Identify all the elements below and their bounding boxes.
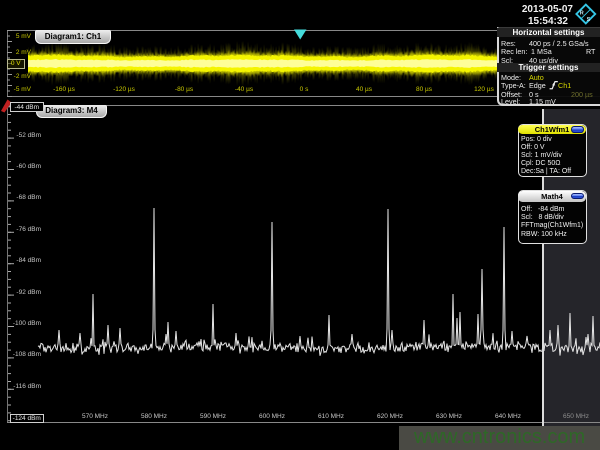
- svg-text:S: S: [587, 17, 591, 23]
- svg-text:R: R: [580, 10, 584, 16]
